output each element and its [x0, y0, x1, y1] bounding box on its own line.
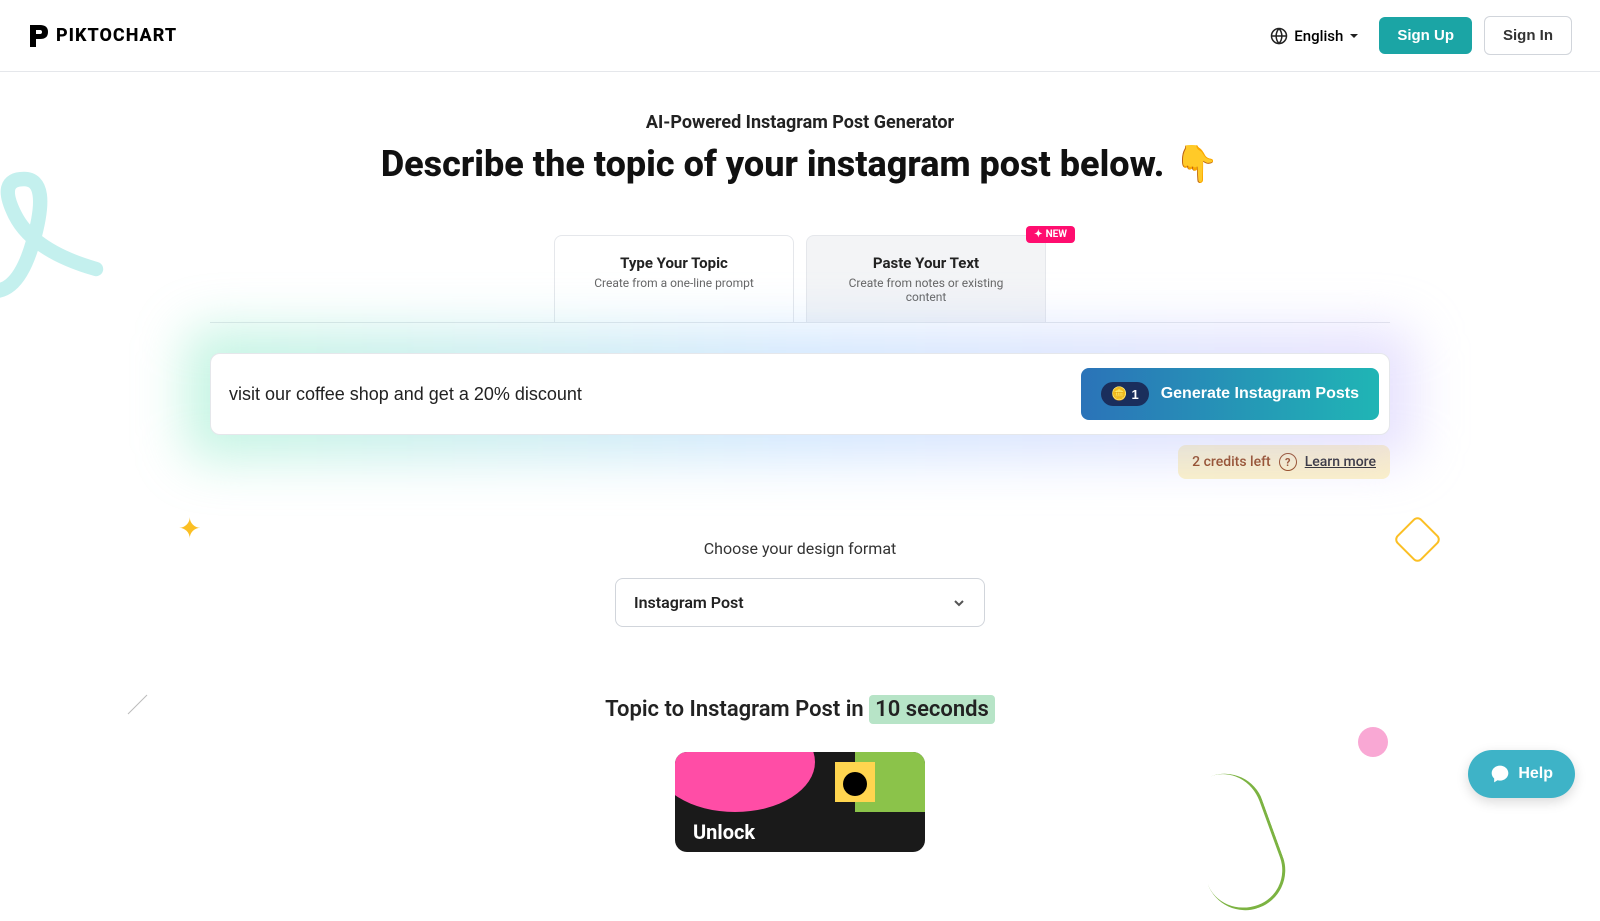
generate-label: Generate Instagram Posts — [1161, 385, 1359, 403]
coin-icon: 🪙 — [1111, 386, 1127, 402]
pointing-down-emoji: 👇 — [1174, 143, 1219, 185]
section-title: Topic to Instagram Post in 10 seconds — [0, 697, 1600, 722]
language-label: English — [1294, 27, 1343, 45]
chevron-down-icon — [952, 596, 966, 610]
tab-title: Paste Your Text — [827, 254, 1025, 272]
credit-cost-pill: 🪙 1 — [1101, 382, 1148, 406]
sparkle-icon: ✦ — [1034, 229, 1042, 240]
generate-button[interactable]: 🪙 1 Generate Instagram Posts — [1081, 368, 1379, 420]
decorative-slash — [125, 692, 150, 717]
format-label: Choose your design format — [0, 539, 1600, 558]
language-selector[interactable]: English — [1262, 19, 1367, 53]
decorative-pink-dot — [1358, 727, 1388, 757]
tab-title: Type Your Topic — [575, 254, 773, 272]
page-subtitle: AI-Powered Instagram Post Generator — [0, 112, 1600, 133]
new-badge: ✦ NEW — [1026, 226, 1075, 243]
prompt-input-container: 🪙 1 Generate Instagram Posts — [210, 353, 1390, 435]
chat-icon — [1490, 764, 1510, 784]
preview-card: Unlock — [675, 752, 925, 852]
signin-button[interactable]: Sign In — [1484, 16, 1572, 55]
globe-icon — [1270, 27, 1288, 45]
help-fab-button[interactable]: Help — [1468, 750, 1575, 798]
format-selected-value: Instagram Post — [634, 593, 744, 612]
tab-subtitle: Create from notes or existing content — [827, 276, 1025, 304]
preview-text: Unlock — [693, 820, 755, 844]
tab-paste-text[interactable]: Paste Your Text Create from notes or exi… — [806, 235, 1046, 322]
decorative-sparkle-icon: ✦ — [178, 512, 201, 545]
page-title: Describe the topic of your instagram pos… — [0, 143, 1600, 185]
prompt-input[interactable] — [229, 384, 1069, 405]
signup-button[interactable]: Sign Up — [1379, 17, 1472, 54]
tab-type-topic[interactable]: Type Your Topic Create from a one-line p… — [554, 235, 794, 322]
format-selector[interactable]: Instagram Post — [615, 578, 985, 627]
piktochart-icon — [28, 23, 50, 49]
divider — [210, 322, 1390, 323]
chevron-down-icon — [1349, 31, 1359, 41]
highlight-text: 10 seconds — [869, 695, 995, 724]
logo[interactable]: PIKTOCHART — [28, 23, 177, 49]
decorative-swirl — [1173, 763, 1296, 921]
logo-text: PIKTOCHART — [56, 25, 177, 46]
tab-subtitle: Create from a one-line prompt — [575, 276, 773, 290]
